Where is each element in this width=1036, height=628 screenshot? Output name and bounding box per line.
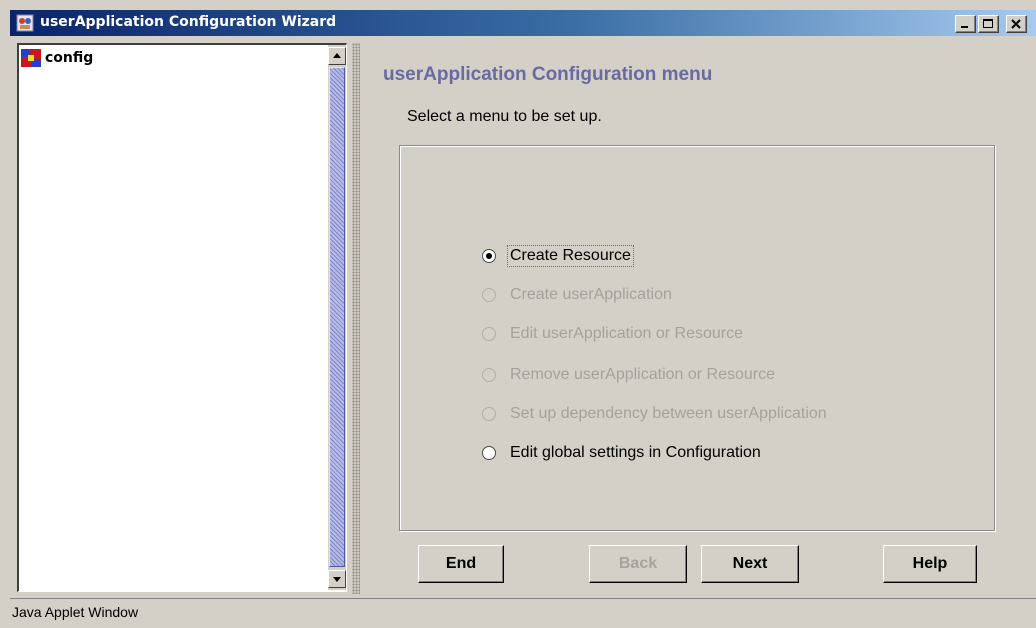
help-button[interactable]: Help <box>883 545 977 583</box>
arrow-down-icon <box>333 577 341 582</box>
back-button: Back <box>589 545 687 583</box>
arrow-up-icon <box>333 53 341 58</box>
radio-button[interactable] <box>482 446 496 460</box>
tree-scrollbar[interactable] <box>328 45 346 590</box>
config-tree[interactable]: config <box>17 43 347 592</box>
java-applet-icon <box>16 14 34 32</box>
scroll-up-button[interactable] <box>328 47 346 65</box>
wizard-window: userApplication Configuration Wizard con… <box>0 0 1036 628</box>
minimize-icon <box>961 26 968 28</box>
next-button[interactable]: Next <box>701 545 799 583</box>
radio-selected-dot <box>486 253 492 259</box>
maximize-icon <box>983 19 993 28</box>
split-pane-divider[interactable] <box>352 43 360 594</box>
minimize-button[interactable] <box>955 15 976 33</box>
radio-button[interactable] <box>482 249 496 263</box>
option-edit-userapplication: Edit userApplication or Resource <box>482 322 745 346</box>
scroll-thumb[interactable] <box>329 67 345 567</box>
status-text: Java Applet Window <box>12 604 139 620</box>
instruction-text: Select a menu to be set up. <box>407 108 602 125</box>
option-label: Set up dependency between userApplicatio… <box>510 405 827 422</box>
radio-button <box>482 327 496 341</box>
option-edit-global-settings[interactable]: Edit global settings in Configuration <box>482 441 763 465</box>
option-create-userapplication: Create userApplication <box>482 283 674 307</box>
radio-button <box>482 368 496 382</box>
option-set-up-dependency: Set up dependency between userApplicatio… <box>482 402 829 426</box>
tree-node-label: config <box>45 50 94 66</box>
option-remove-userapplication: Remove userApplication or Resource <box>482 363 777 387</box>
option-label: Create Resource <box>507 245 634 267</box>
radio-button <box>482 407 496 421</box>
menu-title: userApplication Configuration menu <box>383 64 713 85</box>
close-button[interactable] <box>1006 15 1027 33</box>
option-label: Remove userApplication or Resource <box>510 366 776 383</box>
scroll-down-button[interactable] <box>328 570 346 588</box>
end-button[interactable]: End <box>418 545 504 583</box>
option-label: Create userApplication <box>510 286 672 303</box>
maximize-button[interactable] <box>978 15 999 33</box>
tree-node-config[interactable]: config <box>21 48 93 68</box>
window-title: userApplication Configuration Wizard <box>40 14 337 30</box>
title-bar[interactable]: userApplication Configuration Wizard <box>10 10 1036 36</box>
radio-button <box>482 288 496 302</box>
close-icon <box>1011 19 1021 29</box>
config-tree-icon <box>21 49 41 67</box>
option-label: Edit userApplication or Resource <box>510 325 744 342</box>
status-bar: Java Applet Window <box>10 598 1036 628</box>
option-label: Edit global settings in Configuration <box>510 444 761 461</box>
option-create-resource[interactable]: Create Resource <box>482 244 634 268</box>
